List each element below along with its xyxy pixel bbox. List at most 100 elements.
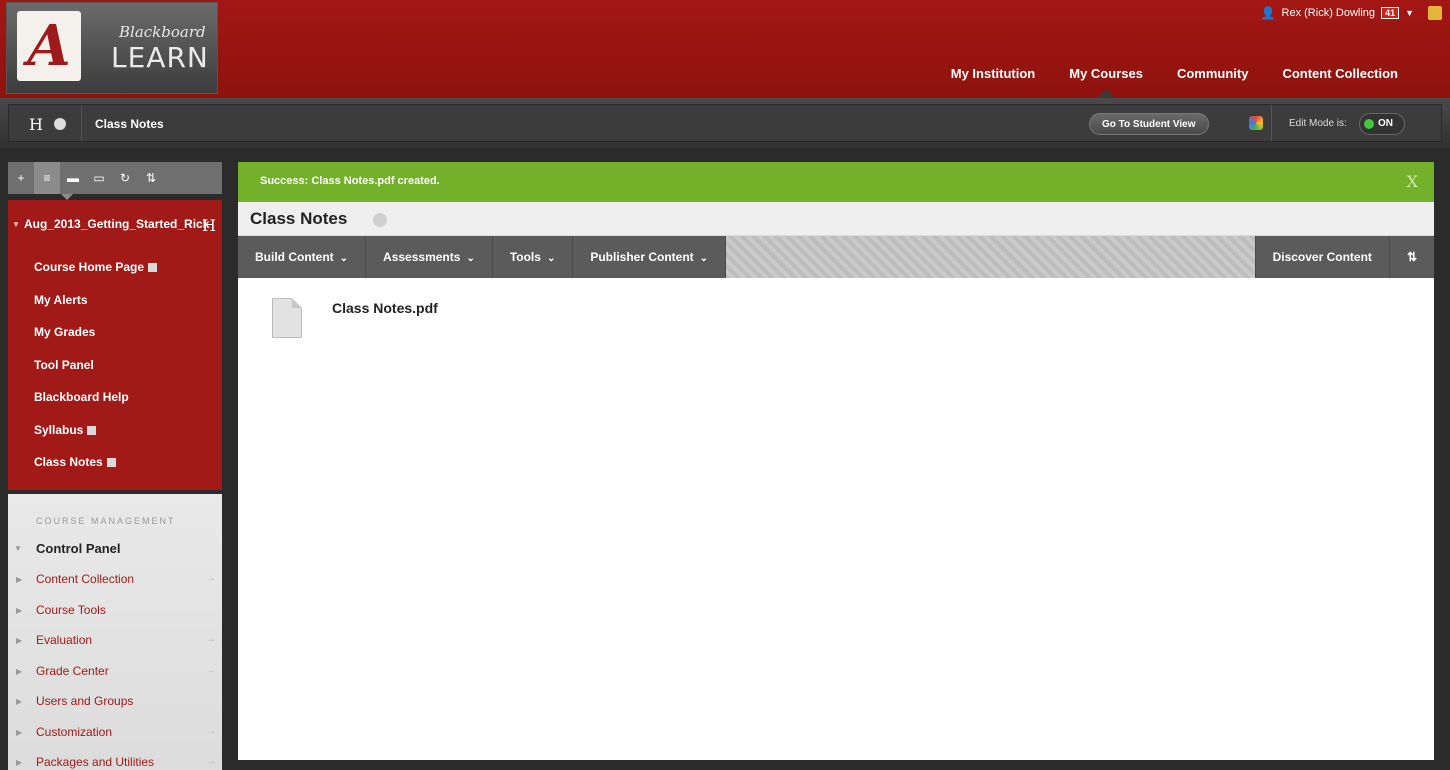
student-view-button[interactable]: Go To Student View	[1089, 113, 1209, 135]
expand-arrow-icon[interactable]: ▶	[16, 697, 22, 706]
course-link-syllabus[interactable]: Syllabus	[34, 423, 157, 456]
course-menu-toolbar: + ≡ ▬ ▭ ↻ ⇅	[8, 162, 222, 200]
button-label: Tools	[509, 250, 541, 264]
close-icon[interactable]: X	[1407, 172, 1418, 191]
page-icon	[148, 263, 158, 272]
arrow-right-icon: →	[206, 725, 216, 737]
content-area-icon	[87, 425, 97, 435]
alabama-a-icon: A	[17, 11, 81, 81]
divider	[81, 105, 82, 141]
course-links: Course Home Page My Alerts My Grades Too…	[34, 260, 158, 488]
course-link-label: Class Notes	[34, 455, 103, 469]
control-item-label: Evaluation	[36, 633, 93, 647]
notification-badge[interactable]: 41	[1381, 7, 1400, 19]
logout-icon[interactable]	[1428, 6, 1442, 20]
control-item-label: Users and Groups	[36, 694, 134, 708]
button-label: Build Content	[255, 250, 334, 264]
tab-community[interactable]: Community	[1177, 66, 1249, 81]
course-link-home-page[interactable]: Course Home Page	[34, 260, 158, 293]
expand-arrow-icon[interactable]: ▶	[16, 575, 22, 584]
collapse-arrow-icon[interactable]: ▼	[12, 220, 20, 229]
breadcrumb-current[interactable]: Class Notes	[95, 117, 164, 131]
course-link-my-grades[interactable]: My Grades	[34, 325, 157, 358]
chevron-down-icon: ⌄	[339, 253, 349, 264]
course-link-label: Blackboard Help	[34, 390, 129, 404]
control-item-label: Customization	[36, 724, 113, 739]
blackboard-logo[interactable]: A Blackboard LEARN	[6, 2, 218, 94]
options-chevron-icon[interactable]	[373, 213, 387, 227]
content-area: Class Notes Build Content ⌄ Assessments ⌄ …	[238, 202, 1434, 760]
control-item-label: Course Tools	[36, 602, 106, 617]
course-title[interactable]: Aug_2013_Getting_Started_Rick	[24, 218, 209, 231]
action-bar: Build Content ⌄ Assessments ⌄ Tools ⌄ Publi…	[238, 236, 1434, 278]
publisher-content-button[interactable]: Publisher Content ⌄	[573, 236, 727, 278]
course-link-class-notes[interactable]: Class Notes	[34, 455, 157, 488]
build-content-button[interactable]: Build Content ⌄	[238, 236, 367, 278]
success-message: Success: Class Notes.pdf created.	[260, 175, 440, 187]
refresh-icon[interactable]: ↻	[112, 162, 138, 194]
chevron-down-icon[interactable]: ▼	[1405, 8, 1414, 18]
tools-button[interactable]: Tools ⌄	[493, 236, 574, 278]
user-icon: 👤	[1260, 6, 1276, 20]
logo-text-blackboard: Blackboard	[119, 23, 206, 41]
new-window-icon[interactable]: ▭	[86, 162, 112, 194]
tab-my-institution[interactable]: My Institution	[951, 66, 1036, 81]
expand-arrow-icon[interactable]: ▶	[16, 728, 22, 737]
collapse-arrow-icon[interactable]: ▼	[14, 544, 22, 553]
control-item-label: Packages and Utilities	[36, 755, 155, 769]
course-home-icon[interactable]: H	[202, 216, 216, 235]
expand-arrow-icon[interactable]: ▶	[16, 636, 22, 645]
control-panel-title[interactable]: Control Panel	[36, 541, 121, 556]
course-management: COURSE MANAGEMENT ▼ Control Panel ▶ Conte…	[8, 494, 222, 770]
logo-text-learn: LEARN	[111, 41, 209, 74]
assessments-button[interactable]: Assessments ⌄	[366, 236, 493, 278]
control-item-users-and-groups[interactable]: ▶ Users and Groups	[8, 689, 222, 720]
breadcrumb: H Class Notes Go To Student View Edit Mo…	[8, 104, 1442, 142]
course-link-label: Tool Panel	[34, 357, 94, 372]
arrow-right-icon: →	[206, 634, 216, 645]
color-palette-icon[interactable]	[1249, 116, 1263, 130]
list-view-icon[interactable]: ≡	[34, 162, 60, 194]
edit-mode-toggle[interactable]: ON	[1359, 113, 1405, 135]
content-item-title[interactable]: Class Notes.pdf	[332, 300, 438, 316]
course-link-label: Course Home Page	[34, 260, 145, 274]
menu-circle-icon[interactable]	[54, 118, 66, 130]
divider	[1271, 105, 1272, 141]
control-item-evaluation[interactable]: ▶ Evaluation →	[8, 628, 222, 659]
action-bar-left: Build Content ⌄ Assessments ⌄ Tools ⌄ Publi…	[238, 236, 727, 278]
discover-content-button[interactable]: Discover Content	[1254, 236, 1389, 278]
user-name[interactable]: Rex (Rick) Dowling	[1282, 7, 1376, 19]
user-menu[interactable]: 👤 Rex (Rick) Dowling 41 ▼	[1261, 6, 1442, 20]
course-link-my-alerts[interactable]: My Alerts	[34, 293, 157, 326]
reorder-icon[interactable]: ⇅	[138, 162, 164, 194]
chevron-down-icon: ⌄	[546, 253, 556, 264]
course-link-label: My Grades	[34, 325, 96, 339]
control-item-packages-and-utilities[interactable]: ▶ Packages and Utilities →	[8, 750, 222, 770]
add-menu-item-icon[interactable]: +	[8, 162, 34, 194]
expand-arrow-icon[interactable]: ▶	[16, 667, 22, 676]
page-title: Class Notes	[250, 209, 348, 228]
control-item-grade-center[interactable]: ▶ Grade Center →	[8, 659, 222, 690]
folder-view-icon[interactable]: ▬	[60, 162, 86, 194]
course-management-label: COURSE MANAGEMENT	[36, 516, 176, 526]
top-nav: My Institution My Courses Community Cont…	[951, 66, 1398, 99]
course-link-blackboard-help[interactable]: Blackboard Help	[34, 390, 157, 423]
tab-content-collection[interactable]: Content Collection	[1282, 66, 1398, 81]
control-item-customization[interactable]: ▶ Customization →	[8, 720, 222, 751]
top-header: A Blackboard LEARN 👤 Rex (Rick) Dowling …	[0, 0, 1450, 99]
button-label: Assessments	[383, 250, 461, 264]
home-icon[interactable]: H	[29, 115, 43, 134]
edit-mode-value: ON	[1378, 118, 1393, 129]
button-label: Publisher Content	[590, 250, 694, 264]
reorder-icon[interactable]: ⇅	[1388, 236, 1434, 278]
expand-arrow-icon[interactable]: ▶	[16, 606, 22, 615]
course-link-tool-panel[interactable]: Tool Panel	[34, 358, 157, 391]
expand-arrow-icon[interactable]: ▶	[16, 758, 22, 767]
tab-my-courses[interactable]: My Courses	[1069, 66, 1143, 99]
course-menu: ▼ Aug_2013_Getting_Started_Rick H Course…	[8, 200, 222, 490]
course-link-label: My Alerts	[34, 292, 88, 307]
control-item-course-tools[interactable]: ▶ Course Tools	[8, 598, 222, 629]
control-item-content-collection[interactable]: ▶ Content Collection →	[8, 567, 222, 598]
content-area-icon	[106, 458, 116, 467]
chevron-down-icon: ⌄	[466, 253, 475, 264]
